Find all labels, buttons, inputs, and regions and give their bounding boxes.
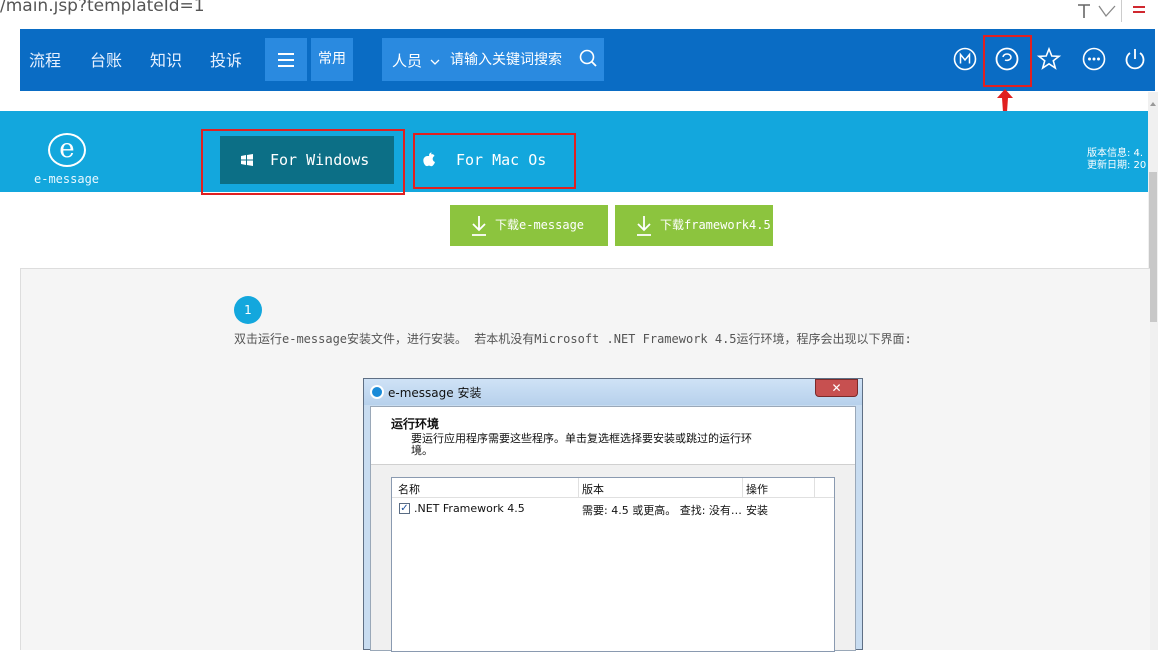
highlight-box-windows — [201, 129, 405, 195]
more-options-icon[interactable] — [1081, 46, 1107, 72]
m-circle-icon[interactable] — [952, 46, 978, 72]
nav-item-process[interactable]: 流程 — [29, 47, 61, 71]
download-emessage-button[interactable]: 下载e-message — [450, 205, 608, 246]
nav-item-complaint[interactable]: 投诉 — [210, 47, 242, 71]
dialog-body: 运行环境 要运行应用程序需要这些程序。单击复选框选择要安装或跳过的运行环境。 名… — [370, 406, 856, 652]
dialog-titlebar: e-message 安装 ✕ — [364, 379, 862, 405]
step-instruction-text: 双击运行e-message安装文件，进行安装。 若本机没有Microsoft .… — [234, 332, 912, 346]
nav-item-ledger[interactable]: 台账 — [90, 47, 122, 71]
download-icon — [472, 216, 486, 236]
column-header-version: 版本 — [582, 483, 604, 496]
hamburger-line — [278, 53, 294, 55]
version-info: 版本信息: 4. 更新日期: 20 — [1087, 148, 1146, 172]
column-header-action: 操作 — [746, 483, 768, 496]
common-button[interactable]: 常用 — [311, 38, 353, 81]
highlight-box-mac — [413, 133, 576, 189]
hamburger-line — [278, 59, 294, 61]
section-description: 要运行应用程序需要这些程序。单击复选框选择要安装或跳过的运行环境。 — [411, 432, 752, 457]
bookmark-icon[interactable] — [1097, 3, 1117, 19]
item-name: .NET Framework 4.5 — [414, 502, 525, 515]
download-label: 下载e-message — [495, 218, 585, 232]
installer-dialog-screenshot: e-message 安装 ✕ 运行环境 要运行应用程序需要这些程序。单击复选框选… — [363, 378, 863, 652]
column-header-name: 名称 — [398, 483, 420, 496]
emessage-logo-icon: e — [48, 133, 86, 167]
search-scope-dropdown[interactable]: 人员 — [392, 50, 440, 71]
close-icon: ✕ — [815, 379, 858, 397]
download-framework-button[interactable]: 下载framework4.5 — [615, 205, 773, 246]
step-number-badge: 1 — [234, 296, 262, 324]
star-icon[interactable] — [1036, 46, 1062, 72]
text-format-icon[interactable] — [1077, 3, 1091, 19]
version-line: 版本信息: 4. — [1087, 148, 1144, 159]
column-divider — [814, 478, 815, 498]
url-text[interactable]: /main.jsp?templateId=1 — [0, 0, 205, 16]
dialog-title: e-message 安装 — [388, 386, 482, 400]
item-action: 安装 — [746, 504, 768, 517]
nav-item-knowledge[interactable]: 知识 — [150, 47, 182, 71]
emessage-app-icon — [370, 385, 384, 399]
prerequisites-list: 名称 版本 操作 ✓ .NET Framework 4.5 需要: 4.5 或更… — [391, 477, 835, 652]
divider — [1121, 0, 1122, 22]
search-button[interactable] — [573, 38, 604, 81]
search-box: 人员 — [382, 38, 604, 81]
search-icon — [579, 49, 597, 67]
red-arrow-icon — [997, 89, 1013, 112]
hamburger-line — [278, 65, 294, 67]
chevron-down-icon — [430, 59, 440, 65]
search-scope-label: 人员 — [392, 52, 423, 70]
download-icon — [637, 216, 651, 236]
list-header: 名称 版本 操作 — [392, 478, 834, 498]
item-version: 需要: 4.5 或更高。 查找: 没有… — [582, 504, 742, 517]
menu-red-icon[interactable] — [1131, 2, 1147, 18]
download-label: 下载framework4.5 — [660, 218, 771, 232]
dialog-header: 运行环境 要运行应用程序需要这些程序。单击复选框选择要安装或跳过的运行环境。 — [371, 407, 855, 465]
column-divider — [578, 478, 579, 498]
checkbox-checked: ✓ — [399, 503, 410, 514]
scroll-up-icon[interactable] — [1148, 98, 1158, 110]
highlight-box-chat — [983, 35, 1032, 87]
address-bar[interactable]: /main.jsp?templateId=1 — [0, 0, 1158, 29]
column-divider — [742, 478, 743, 498]
list-item: ✓ .NET Framework 4.5 需要: 4.5 或更高。 查找: 没有… — [392, 500, 834, 518]
search-input[interactable] — [450, 38, 570, 81]
section-title: 运行环境 — [391, 417, 440, 431]
scroll-thumb[interactable] — [1149, 172, 1157, 322]
hamburger-menu-button[interactable] — [265, 38, 307, 81]
power-icon[interactable] — [1122, 46, 1148, 72]
logo-text: e-message — [34, 172, 100, 186]
update-date-line: 更新日期: 20 — [1087, 160, 1147, 171]
